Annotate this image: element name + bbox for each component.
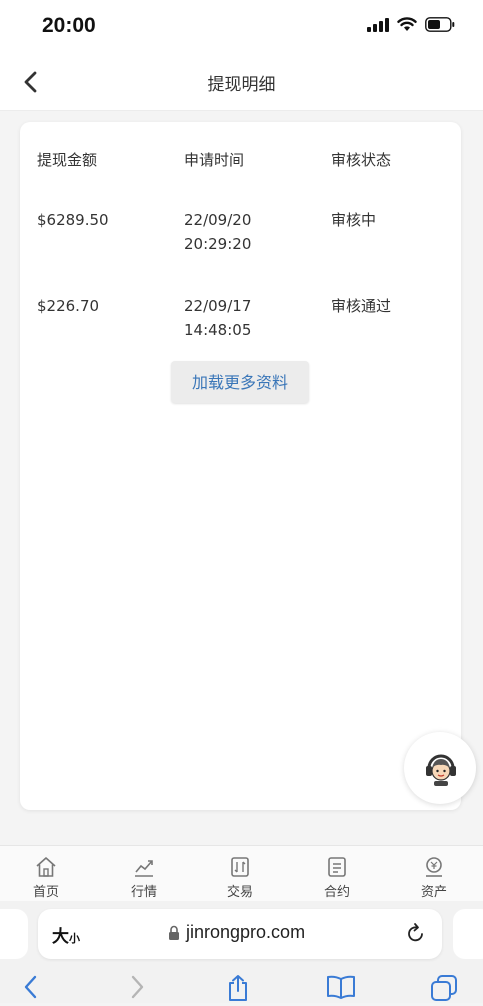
header-amount: 提现金额	[37, 151, 98, 169]
share-button[interactable]	[226, 974, 250, 1006]
book-icon	[327, 975, 355, 999]
row-time: 22/09/20 20:29:20	[184, 208, 251, 256]
customer-support-button[interactable]	[404, 732, 476, 804]
reload-button[interactable]	[406, 922, 426, 948]
chevron-right-icon	[131, 975, 144, 999]
tab-home[interactable]: 首页	[11, 846, 81, 902]
row-amount: $6289.50	[37, 211, 109, 229]
page-title: 提现明细	[207, 75, 276, 95]
header-status: 审核状态	[331, 151, 392, 169]
withdrawal-card: 提现金额 申请时间 审核状态 $6289.50 22/09/20 20:29:2…	[20, 122, 461, 810]
tabs-button[interactable]	[430, 974, 458, 1006]
status-time: 20:00	[42, 14, 96, 37]
browser-back-button[interactable]	[20, 974, 42, 1004]
row-status: 审核通过	[331, 297, 392, 315]
tabs-icon	[431, 975, 457, 1001]
url-field[interactable]: jinrongpro.com	[168, 922, 305, 943]
nav-bar: 提现明细	[0, 54, 483, 111]
chart-icon	[135, 860, 153, 877]
tab-contract[interactable]: 合约	[302, 846, 372, 902]
wifi-icon	[397, 17, 417, 31]
row-time: 22/09/17 14:48:05	[184, 294, 251, 342]
trade-icon	[231, 857, 249, 877]
tab-market[interactable]: 行情	[109, 846, 179, 902]
url-text: jinrongpro.com	[186, 922, 306, 942]
home-icon	[36, 857, 56, 877]
row-amount: $226.70	[37, 297, 100, 315]
tab-label: 首页	[32, 885, 59, 900]
tab-trade[interactable]: 交易	[205, 846, 275, 902]
text-size-small: 小	[69, 932, 80, 945]
browser-bar: 大小 jinrongpro.com	[0, 901, 483, 1003]
tab-assets[interactable]: 资产	[399, 846, 469, 902]
row-date-text: 22/09/17	[184, 297, 252, 315]
next-tab-preview[interactable]	[453, 909, 483, 959]
text-size-big: 大	[52, 927, 69, 947]
address-bar[interactable]: 大小 jinrongpro.com	[38, 909, 442, 959]
share-icon	[229, 975, 247, 1001]
tab-label: 合约	[323, 885, 350, 900]
tab-label: 行情	[130, 885, 157, 900]
signal-icon	[367, 17, 389, 32]
lock-icon	[169, 925, 179, 940]
support-agent-icon	[426, 754, 456, 786]
assets-icon	[426, 857, 442, 877]
tab-label: 资产	[420, 885, 447, 900]
bookmarks-button[interactable]	[326, 974, 356, 1004]
chevron-left-icon	[24, 975, 37, 999]
text-size-button[interactable]: 大小	[52, 922, 80, 947]
load-more-button[interactable]: 加载更多资料	[171, 361, 309, 403]
browser-forward-button[interactable]	[126, 974, 148, 1004]
tab-label: 交易	[226, 885, 253, 900]
row-status: 审核中	[331, 211, 377, 229]
row-time-text: 20:29:20	[184, 235, 252, 253]
row-date-text: 22/09/20	[184, 211, 252, 229]
header-time: 申请时间	[184, 151, 245, 169]
contract-icon	[328, 857, 346, 877]
status-icons	[367, 17, 455, 32]
tab-bar: 首页 行情 交易 合约 资产	[0, 845, 483, 902]
battery-icon	[425, 17, 455, 32]
reload-icon	[408, 923, 423, 942]
row-time-text: 14:48:05	[184, 321, 252, 339]
status-bar: 20:00	[0, 0, 483, 54]
previous-tab-preview[interactable]	[0, 909, 28, 959]
